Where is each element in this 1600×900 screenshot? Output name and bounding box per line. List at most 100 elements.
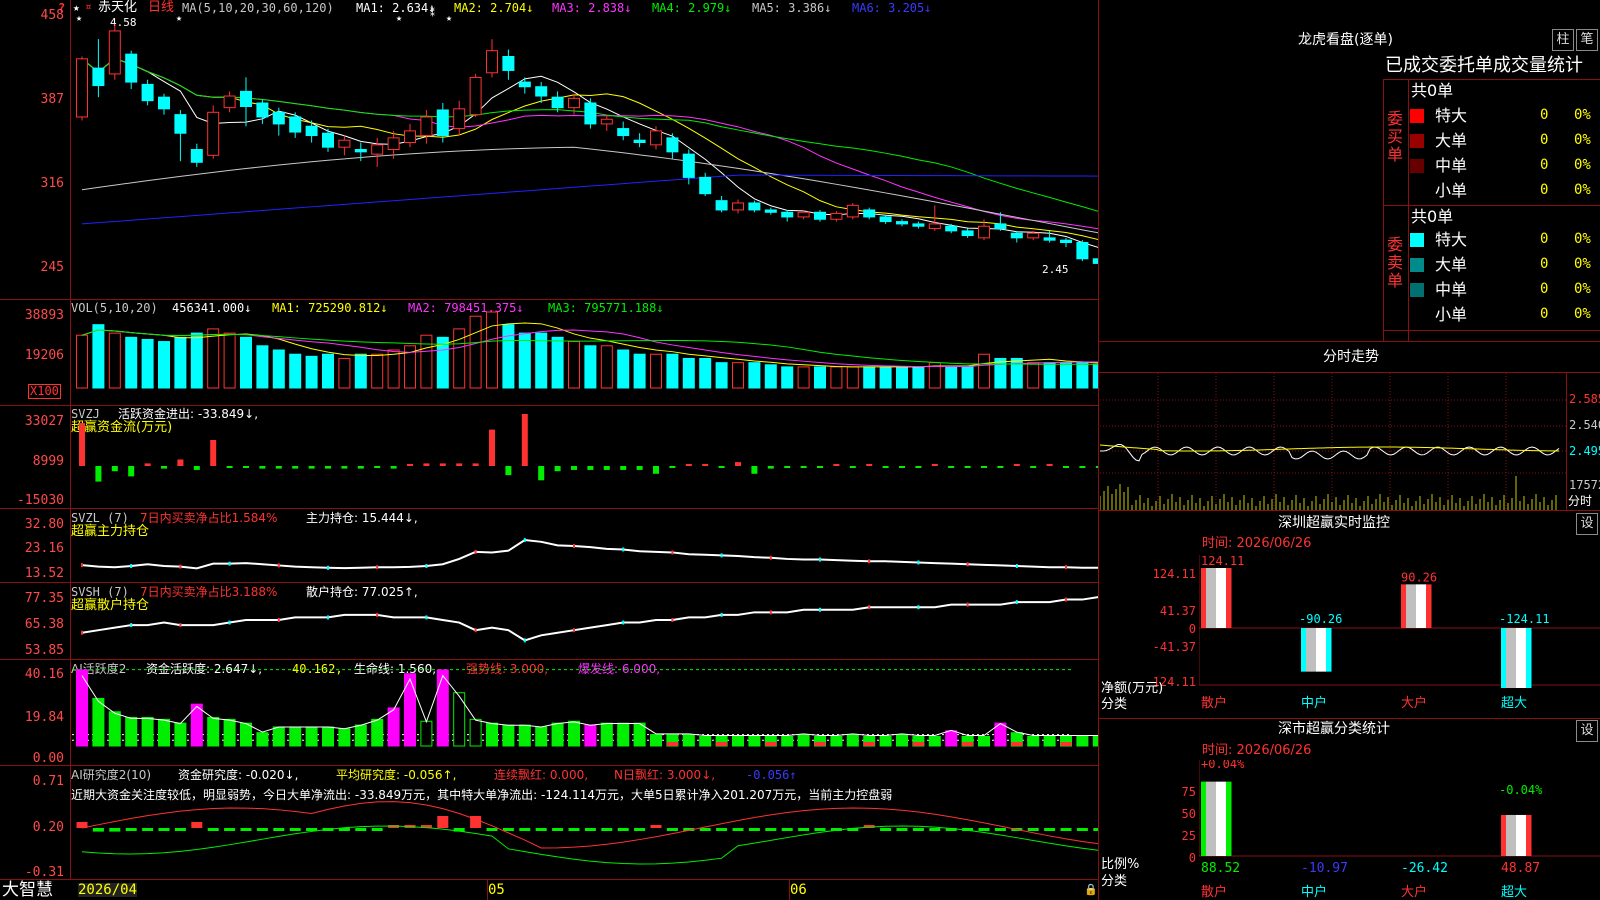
holding-dot	[228, 561, 231, 566]
flow-bar	[226, 466, 233, 468]
order-type-label: 中单	[1435, 280, 1468, 299]
svzl-y-tick: 32.80	[24, 517, 64, 532]
volume-bar	[781, 366, 794, 389]
volume-bar	[354, 353, 367, 389]
volume-bar	[1060, 362, 1072, 389]
buy-total: 共0单	[1411, 81, 1454, 100]
holding-dot	[769, 610, 772, 615]
ai-hyd-y-tick: 0.00	[32, 751, 64, 766]
vol-unit-badge[interactable]: X100	[28, 384, 61, 399]
order-type-label: 小单	[1435, 181, 1468, 200]
sc-category-label: 超大	[1501, 885, 1527, 900]
flow-bar	[472, 463, 479, 466]
sz-monitor-chart[interactable]: 124.11 -90.26 90.26 -124.11 散户 中户 大户 超大	[1199, 555, 1600, 712]
volume-bar	[600, 345, 613, 389]
app-logo[interactable]: 大智慧	[2, 880, 53, 900]
lock-icon[interactable]: 🔒	[1084, 884, 1098, 896]
ai-activity-chart[interactable]	[72, 660, 1098, 765]
sc-stats-chart[interactable]: +0.04% -0.04% 88.52 -10.97 -26.42 48.87 散户 中户 大户…	[1199, 760, 1600, 900]
activity-bar	[404, 673, 416, 747]
research-bar	[634, 828, 646, 831]
volume-bar	[699, 357, 712, 389]
candle-body	[896, 221, 908, 225]
volume-chart[interactable]	[72, 300, 1098, 405]
sc-y-tick: 25	[1181, 829, 1196, 843]
volume-bar	[371, 353, 384, 389]
fenshi-y-tick: 2.540	[1569, 418, 1600, 432]
candle-body	[633, 139, 646, 144]
sz-bar	[1406, 584, 1412, 628]
svzj-chart[interactable]	[72, 406, 1098, 508]
flow-bar	[374, 466, 381, 468]
candle-body	[715, 200, 728, 211]
research-bar	[502, 828, 514, 831]
svsh-chart[interactable]	[72, 583, 1098, 659]
sc-settings-button[interactable]: 设	[1576, 720, 1598, 742]
sc-bar	[1521, 814, 1527, 856]
candle-body	[453, 108, 466, 130]
fenshi-chart[interactable]	[1100, 373, 1566, 510]
sc-stats-title: 深市超赢分类统计	[1278, 721, 1390, 737]
volume-bar	[584, 345, 597, 389]
sz-y-tick: 124.11	[1152, 567, 1196, 581]
sz-settings-button[interactable]: 设	[1576, 513, 1598, 535]
main-right-divider[interactable]	[1098, 0, 1099, 900]
research-bar	[765, 828, 777, 831]
activity-bar	[92, 697, 105, 747]
activity-bar	[240, 722, 252, 747]
activity-bar	[420, 720, 433, 747]
stats-divider	[1383, 79, 1384, 341]
candle-body	[436, 109, 449, 137]
candle-body	[371, 144, 384, 155]
ai-research-chart[interactable]	[72, 766, 1098, 879]
research-bar	[1027, 828, 1039, 831]
holding-dot	[474, 628, 477, 633]
flow-bar	[439, 463, 446, 466]
holding-dot	[523, 638, 526, 643]
volume-bar	[617, 349, 630, 389]
candle-body	[666, 137, 679, 153]
candle-body	[158, 96, 170, 110]
fenshi-avg-line	[1100, 444, 1560, 452]
sz-y-tick: 41.37	[1159, 604, 1196, 618]
candlestick-chart[interactable]	[72, 0, 1098, 299]
order-type-label: 大单	[1435, 255, 1468, 274]
research-bar	[1044, 828, 1056, 831]
stats-divider	[1383, 205, 1600, 206]
flow-bar	[636, 466, 643, 470]
sz-bar	[1511, 628, 1517, 688]
order-percent: 0%	[1574, 157, 1591, 173]
tick-mode-button[interactable]: 笔	[1576, 29, 1598, 51]
flow-bar	[423, 463, 430, 466]
svzl-chart[interactable]	[72, 509, 1098, 582]
candle-body	[207, 111, 220, 156]
flow-bar	[456, 463, 463, 466]
volume-bar	[1027, 362, 1040, 389]
flow-bar	[784, 466, 791, 468]
ai-hyd-y-tick: 40.16	[24, 667, 64, 682]
fenshi-bottom-divider	[1099, 510, 1600, 511]
activity-bar	[600, 722, 613, 747]
sc-value-label: 48.87	[1501, 861, 1540, 876]
volume-bar	[223, 332, 236, 389]
volume-bar	[240, 336, 252, 389]
fenshi-title: 分时走势	[1323, 349, 1379, 365]
research-bar	[371, 828, 383, 831]
stats-divider	[1099, 341, 1600, 342]
order-percent: 0%	[1574, 306, 1591, 322]
activity-bar	[928, 735, 941, 747]
candle-body	[551, 96, 564, 109]
volume-bar	[797, 366, 810, 389]
flow-bar	[505, 466, 512, 476]
activity-bar	[322, 726, 334, 747]
flow-bar	[111, 466, 118, 472]
activity-bar	[354, 724, 367, 747]
bar-mode-button[interactable]: 柱	[1552, 29, 1574, 51]
flow-bar	[357, 466, 364, 469]
research-bar	[1076, 828, 1088, 831]
research-bar	[109, 828, 121, 832]
candle-body	[781, 211, 794, 218]
holding-dot	[917, 605, 920, 610]
svzl-y-tick: 13.52	[24, 566, 64, 581]
candle-body	[928, 223, 941, 230]
